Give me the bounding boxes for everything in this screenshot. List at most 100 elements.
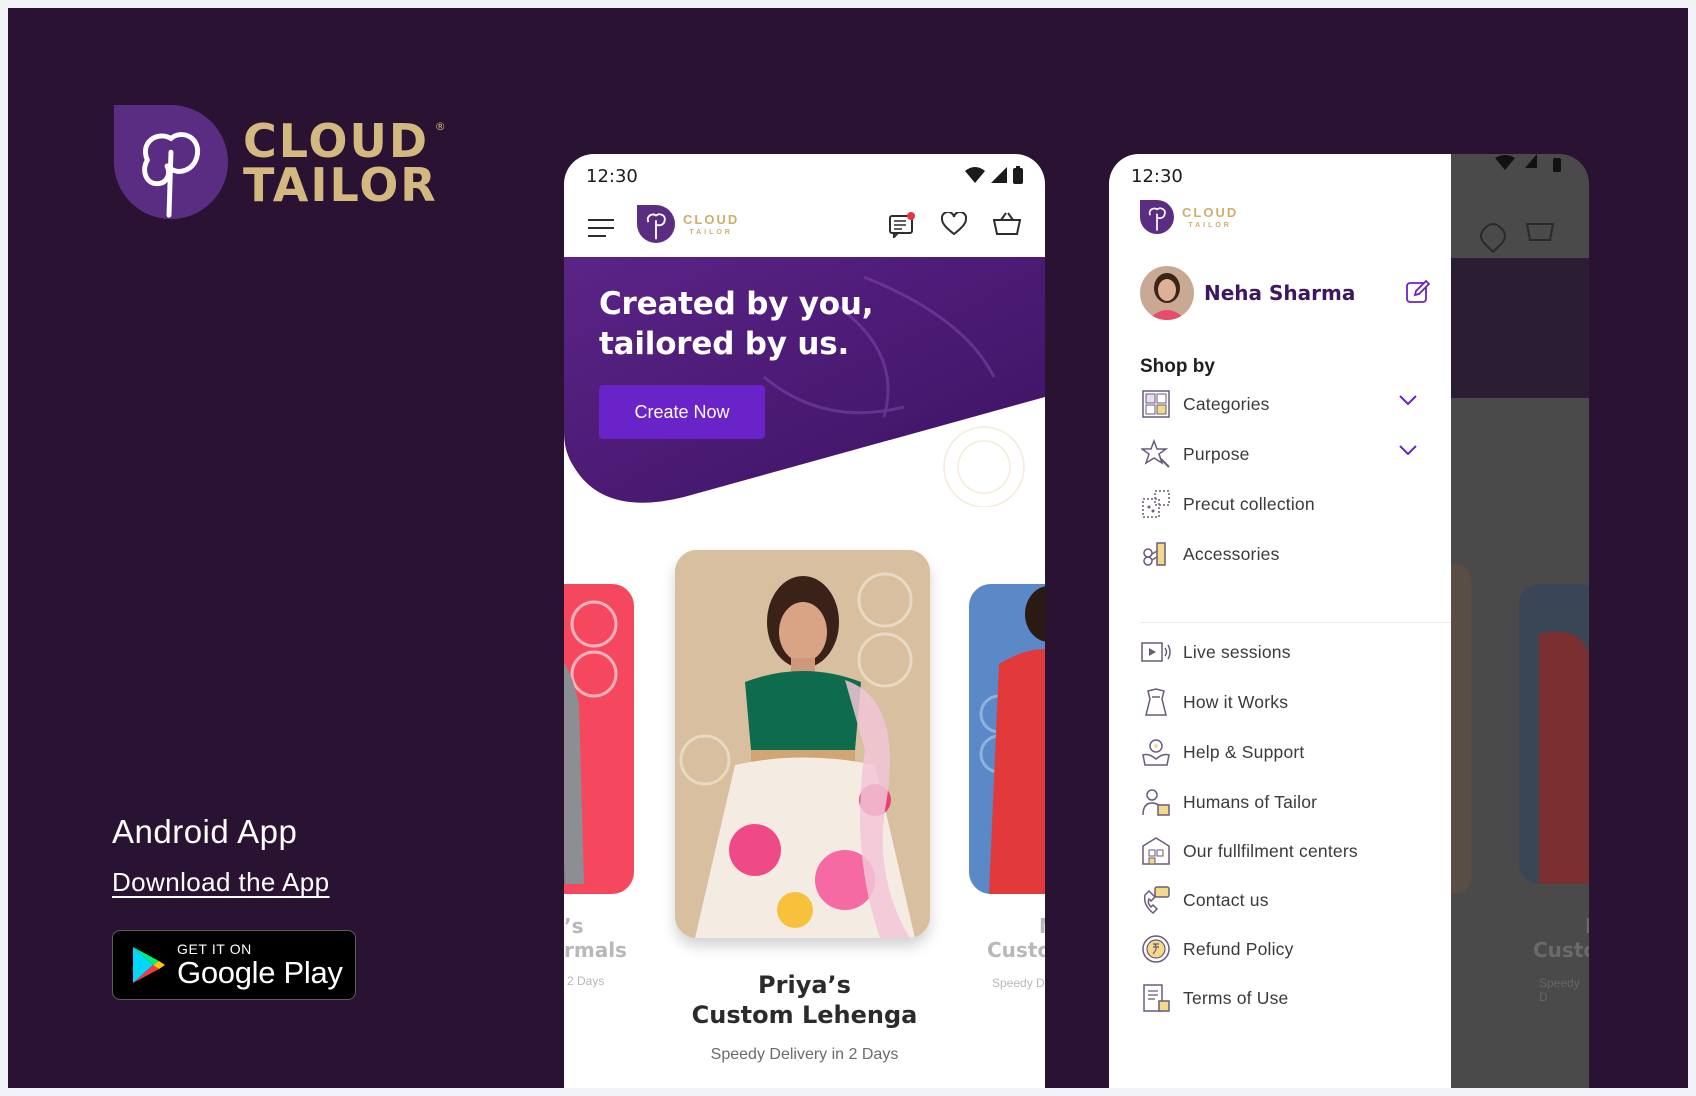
featured-card-title: Priya’s Custom Lehenga [564, 970, 1045, 1030]
behind-card-subtitle-fragment: Speedy D [1539, 976, 1580, 1004]
menu-icon[interactable] [588, 218, 614, 238]
registered-mark: ® [434, 120, 448, 134]
featured-card-title-line1: Priya’s [758, 971, 851, 999]
user-profile: Neha Sharma [1140, 266, 1430, 320]
drawer-logo-mark-icon [1140, 200, 1174, 234]
menu-item-how-it-works[interactable]: How it Works [1140, 682, 1430, 722]
menu-label-purpose: Purpose [1183, 443, 1250, 464]
how-it-works-icon [1140, 686, 1172, 718]
status-icons [965, 166, 1023, 184]
create-now-button[interactable]: Create Now [599, 385, 765, 439]
signal-icon [991, 167, 1007, 183]
showcase-frame: CLOUD ® TAILOR Android App Download the A… [8, 8, 1688, 1088]
menu-label-accessories: Accessories [1183, 543, 1280, 564]
menu-label-humans-of-tailor: Humans of Tailor [1183, 791, 1318, 812]
live-sessions-icon [1140, 636, 1172, 668]
menu-item-help-support[interactable]: Help & Support [1140, 732, 1430, 772]
product-card-left[interactable] [564, 584, 634, 894]
right-card-title-fragment: N Custo [987, 914, 1045, 962]
menu-label-fulfilment-centers: Our fullfilment centers [1183, 840, 1358, 861]
left-card-title-line2: rmals [564, 938, 627, 962]
product-image-right [979, 586, 1045, 894]
product-image-lehenga [675, 550, 930, 938]
profile-name: Neha Sharma [1204, 281, 1356, 305]
chevron-down-icon[interactable] [1398, 444, 1418, 456]
right-card-title-line2: Custo [987, 938, 1045, 962]
navigation-drawer: 12:30 CLOUD TAILOR Neha Sharma Shop by C… [1109, 154, 1451, 1088]
badge-large-text: Google Play [177, 954, 343, 990]
precut-icon [1140, 488, 1172, 520]
menu-label-live-sessions: Live sessions [1183, 641, 1291, 662]
logo-bottom-text: TAILOR [689, 228, 733, 236]
terms-of-use-icon [1140, 982, 1172, 1014]
logo-mark-icon [637, 205, 675, 243]
logo-top-text: CLOUD [683, 211, 740, 227]
hero-title-line1: Created by you, [599, 286, 874, 322]
menu-item-categories[interactable]: Categories [1140, 384, 1430, 424]
product-image-left [564, 600, 618, 884]
brand-mark-icon [110, 105, 228, 220]
menu-label-categories: Categories [1183, 393, 1270, 414]
chat-icon[interactable] [889, 212, 915, 238]
shop-by-heading: Shop by [1140, 356, 1215, 377]
drawer-logo-top-text: CLOUD [1182, 204, 1239, 220]
brand-line2: TAILOR [243, 158, 438, 212]
menu-label-help-support: Help & Support [1183, 741, 1305, 762]
left-card-title-fragment: ’s rmals [564, 914, 627, 962]
refund-policy-icon [1140, 933, 1172, 965]
product-card-right[interactable] [969, 584, 1045, 894]
behind-card-title-line2: Custo [1533, 938, 1589, 962]
hero-title: Created by you, tailored by us. [599, 285, 874, 364]
drawer-logo[interactable]: CLOUD TAILOR [1140, 200, 1238, 234]
behind-card-title-line1: N [1533, 914, 1589, 938]
drawer-logo-bottom-text: TAILOR [1188, 221, 1232, 229]
accessories-icon [1140, 538, 1172, 570]
menu-label-terms-of-use: Terms of Use [1183, 987, 1289, 1008]
featured-card-title-line2: Custom Lehenga [691, 1001, 918, 1029]
menu-label-contact-us: Contact us [1183, 889, 1269, 910]
menu-item-humans-of-tailor[interactable]: Humans of Tailor [1140, 782, 1430, 822]
edit-profile-icon[interactable] [1406, 280, 1430, 304]
download-app-link[interactable]: Download the App [112, 867, 329, 898]
menu-item-live-sessions[interactable]: Live sessions [1140, 632, 1430, 672]
avatar[interactable] [1140, 266, 1194, 320]
product-card-featured[interactable] [675, 550, 930, 938]
categories-icon [1140, 388, 1172, 420]
menu-divider [1140, 622, 1451, 623]
contact-us-icon [1140, 884, 1172, 916]
brand-line1: CLOUD [243, 114, 430, 169]
menu-item-purpose[interactable]: Purpose [1140, 434, 1430, 474]
menu-item-fulfilment-centers[interactable]: Our fullfilment centers [1140, 831, 1430, 871]
app-header: CLOUD TAILOR [564, 194, 1045, 258]
android-app-title: Android App [112, 813, 298, 850]
phone-drawer-screen: N Custo Speedy D 12:30 CLOUD TAILOR Neha… [1109, 154, 1589, 1088]
help-support-icon [1140, 736, 1172, 768]
menu-item-contact-us[interactable]: Contact us [1140, 880, 1430, 920]
header-logo[interactable]: CLOUD TAILOR [637, 205, 739, 243]
menu-label-refund-policy: Refund Policy [1183, 938, 1294, 959]
fulfilment-centers-icon [1140, 835, 1172, 867]
cart-basket-icon[interactable] [993, 212, 1021, 236]
google-play-icon [133, 947, 165, 983]
status-time: 12:30 [586, 166, 638, 187]
chevron-down-icon[interactable] [1398, 394, 1418, 406]
hero-title-line2: tailored by us. [599, 325, 850, 362]
battery-icon [1013, 166, 1023, 184]
drawer-status-time: 12:30 [1131, 166, 1183, 187]
hero-banner: Created by you, tailored by us. Create N… [564, 257, 1045, 507]
wifi-icon [965, 167, 985, 183]
featured-card-subtitle: Speedy Delivery in 2 Days [710, 1046, 899, 1063]
menu-item-precut-collection[interactable]: Precut collection [1140, 484, 1430, 524]
menu-label-precut: Precut collection [1183, 493, 1315, 514]
menu-item-accessories[interactable]: Accessories [1140, 534, 1430, 574]
phone-home-screen: 12:30 CLOUD TAILOR Created by you, tailo… [564, 154, 1045, 1088]
avatar-image [1140, 266, 1194, 320]
google-play-badge[interactable]: GET IT ON Google Play [112, 930, 356, 1000]
menu-item-terms-of-use[interactable]: Terms of Use [1140, 978, 1430, 1018]
behind-card-title-fragment: N Custo [1533, 914, 1589, 962]
wishlist-heart-icon[interactable] [941, 212, 967, 236]
menu-item-refund-policy[interactable]: Refund Policy [1140, 929, 1430, 969]
humans-of-tailor-icon [1140, 786, 1172, 818]
left-card-title-line1: ’s [564, 914, 584, 938]
purpose-icon [1140, 438, 1172, 470]
